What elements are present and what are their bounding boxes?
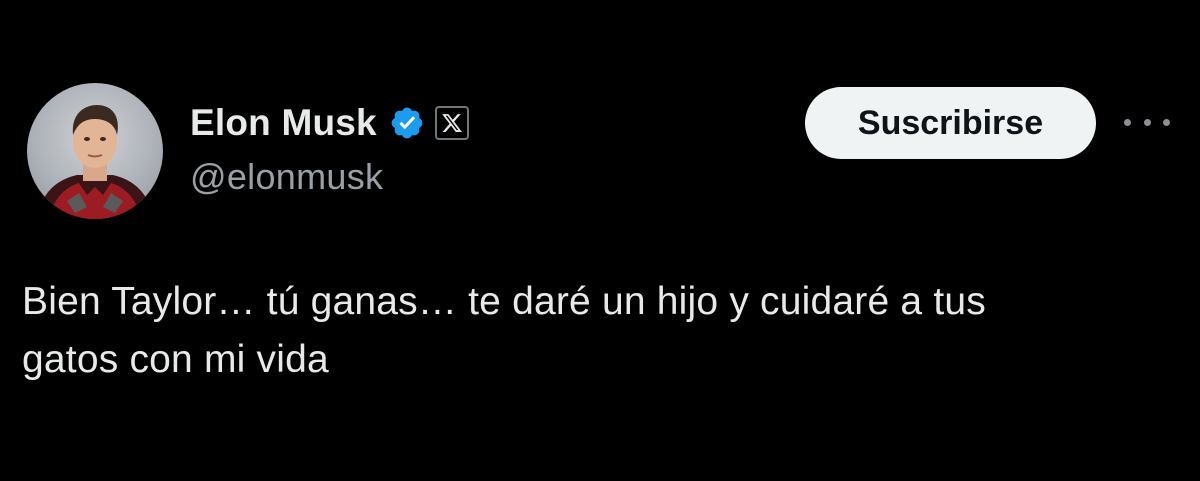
subscribe-button[interactable]: Suscribirse (805, 87, 1096, 159)
tweet-text: Bien Taylor… tú ganas… te daré un hijo y… (22, 273, 1152, 389)
verified-badge-icon[interactable] (389, 105, 425, 141)
name-row: Elon Musk (190, 100, 469, 146)
author-handle[interactable]: @elonmusk (190, 156, 469, 198)
more-options-icon[interactable] (1124, 111, 1170, 133)
more-dot (1124, 118, 1131, 126)
more-dot (1163, 118, 1170, 126)
avatar[interactable] (27, 83, 163, 219)
more-dot (1143, 118, 1151, 126)
avatar-image (37, 105, 153, 219)
x-logo-icon[interactable] (434, 106, 469, 140)
tweet-text-line: Bien Taylor… tú ganas… te daré un hijo y… (22, 280, 986, 323)
author-display-name[interactable]: Elon Musk (190, 102, 377, 144)
author-info: Elon Musk @elonmusk (190, 100, 469, 198)
tweet-card: Elon Musk @elonmusk Suscribirse Bien Tay… (0, 0, 1200, 481)
tweet-text-line: gatos con mi vida (22, 338, 329, 381)
